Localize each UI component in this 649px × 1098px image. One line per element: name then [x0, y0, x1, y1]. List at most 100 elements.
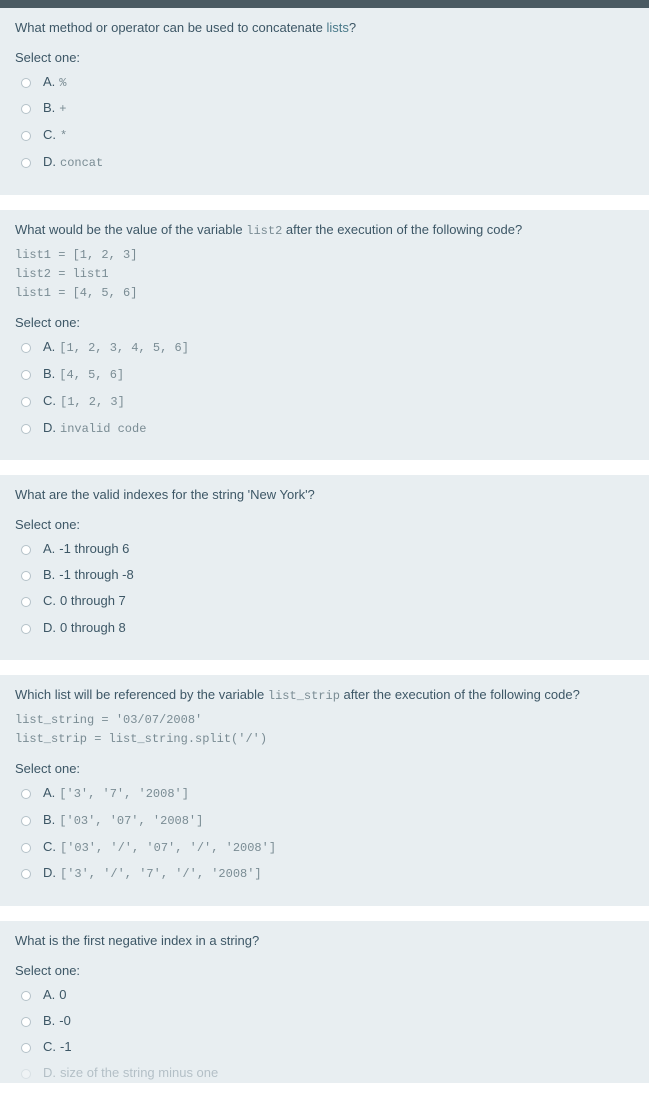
- question-text-pre: What method or operator can be used to c…: [15, 20, 326, 35]
- top-bar: [0, 0, 649, 8]
- option-d[interactable]: D. size of the string minus one: [21, 1064, 634, 1082]
- option-value: ['3', '/', '7', '/', '2008']: [60, 866, 262, 883]
- select-one-label: Select one:: [15, 50, 634, 65]
- option-letter: A.: [43, 338, 55, 356]
- question-3: What are the valid indexes for the strin…: [0, 475, 649, 659]
- option-value: concat: [60, 155, 103, 172]
- option-value: [1, 2, 3]: [60, 394, 125, 411]
- option-d[interactable]: D. 0 through 8: [21, 619, 634, 637]
- question-2: What would be the value of the variable …: [0, 210, 649, 461]
- option-a[interactable]: A. -1 through 6: [21, 540, 634, 558]
- option-value: ['03', '/', '07', '/', '2008']: [60, 840, 276, 857]
- question-5: What is the first negative index in a st…: [0, 921, 649, 1082]
- option-letter: A.: [43, 784, 55, 802]
- option-b[interactable]: B. -1 through -8: [21, 566, 634, 584]
- radio-d[interactable]: [21, 424, 31, 434]
- option-letter: B.: [43, 99, 55, 117]
- option-letter: C.: [43, 126, 56, 144]
- radio-a[interactable]: [21, 991, 31, 1001]
- option-letter: D.: [43, 864, 56, 882]
- radio-d[interactable]: [21, 1069, 31, 1079]
- option-c[interactable]: C. ['03', '/', '07', '/', '2008']: [21, 838, 634, 857]
- option-a[interactable]: A. [1, 2, 3, 4, 5, 6]: [21, 338, 634, 357]
- radio-c[interactable]: [21, 843, 31, 853]
- select-one-label: Select one:: [15, 761, 634, 776]
- option-value: -1 through 6: [59, 540, 129, 558]
- question-text: What method or operator can be used to c…: [15, 18, 634, 38]
- option-value: +: [59, 101, 66, 118]
- option-letter: D.: [43, 419, 56, 437]
- option-a[interactable]: A. %: [21, 73, 634, 92]
- option-value: -0: [59, 1012, 71, 1030]
- option-letter: D.: [43, 619, 56, 637]
- option-value: 0 through 7: [60, 592, 126, 610]
- option-b[interactable]: B. +: [21, 99, 634, 118]
- option-c[interactable]: C. 0 through 7: [21, 592, 634, 610]
- radio-c[interactable]: [21, 397, 31, 407]
- option-a[interactable]: A. ['3', '7', '2008']: [21, 784, 634, 803]
- radio-b[interactable]: [21, 571, 31, 581]
- radio-b[interactable]: [21, 1017, 31, 1027]
- radio-b[interactable]: [21, 104, 31, 114]
- radio-b[interactable]: [21, 370, 31, 380]
- option-letter: A.: [43, 986, 55, 1004]
- question-text: Which list will be referenced by the var…: [15, 685, 634, 705]
- option-b[interactable]: B. [4, 5, 6]: [21, 365, 634, 384]
- question-1: What method or operator can be used to c…: [0, 8, 649, 195]
- option-letter: B.: [43, 566, 55, 584]
- option-letter: B.: [43, 1012, 55, 1030]
- option-b[interactable]: B. ['03', '07', '2008']: [21, 811, 634, 830]
- radio-c[interactable]: [21, 1043, 31, 1053]
- option-letter: C.: [43, 1038, 56, 1056]
- question-text: What are the valid indexes for the strin…: [15, 485, 634, 505]
- question-text: What is the first negative index in a st…: [15, 931, 634, 951]
- option-c[interactable]: C. -1: [21, 1038, 634, 1056]
- radio-a[interactable]: [21, 545, 31, 555]
- option-d[interactable]: D. invalid code: [21, 419, 634, 438]
- option-d[interactable]: D. ['3', '/', '7', '/', '2008']: [21, 864, 634, 883]
- option-letter: B.: [43, 811, 55, 829]
- option-value: -1: [60, 1038, 72, 1056]
- select-one-label: Select one:: [15, 963, 634, 978]
- radio-d[interactable]: [21, 624, 31, 634]
- option-c[interactable]: C. *: [21, 126, 634, 145]
- option-b[interactable]: B. -0: [21, 1012, 634, 1030]
- lists-link[interactable]: lists: [326, 20, 348, 35]
- radio-c[interactable]: [21, 597, 31, 607]
- radio-a[interactable]: [21, 343, 31, 353]
- option-letter: B.: [43, 365, 55, 383]
- option-letter: C.: [43, 838, 56, 856]
- option-a[interactable]: A. 0: [21, 986, 634, 1004]
- select-one-label: Select one:: [15, 315, 634, 330]
- code-block: list1 = [1, 2, 3] list2 = list1 list1 = …: [15, 246, 634, 304]
- option-value: size of the string minus one: [60, 1064, 218, 1082]
- option-value: [1, 2, 3, 4, 5, 6]: [59, 340, 189, 357]
- radio-d[interactable]: [21, 158, 31, 168]
- question-text: What would be the value of the variable …: [15, 220, 634, 240]
- radio-b[interactable]: [21, 816, 31, 826]
- option-c[interactable]: C. [1, 2, 3]: [21, 392, 634, 411]
- radio-c[interactable]: [21, 131, 31, 141]
- question-var: list2: [246, 224, 282, 238]
- select-one-label: Select one:: [15, 517, 634, 532]
- option-value: ['03', '07', '2008']: [59, 813, 203, 830]
- option-letter: D.: [43, 1064, 56, 1082]
- question-text-pre: Which list will be referenced by the var…: [15, 687, 268, 702]
- question-text-post: after the execution of the following cod…: [282, 222, 522, 237]
- option-value: [4, 5, 6]: [59, 367, 124, 384]
- question-text-post: ?: [349, 20, 356, 35]
- option-value: *: [60, 128, 67, 145]
- radio-a[interactable]: [21, 789, 31, 799]
- question-text-post: after the execution of the following cod…: [340, 687, 580, 702]
- option-d[interactable]: D. concat: [21, 153, 634, 172]
- option-value: %: [59, 75, 66, 92]
- question-var: list_strip: [268, 689, 340, 703]
- radio-d[interactable]: [21, 869, 31, 879]
- option-letter: C.: [43, 592, 56, 610]
- question-4: Which list will be referenced by the var…: [0, 675, 649, 907]
- radio-a[interactable]: [21, 78, 31, 88]
- option-letter: A.: [43, 540, 55, 558]
- option-letter: A.: [43, 73, 55, 91]
- option-letter: C.: [43, 392, 56, 410]
- question-text-pre: What would be the value of the variable: [15, 222, 246, 237]
